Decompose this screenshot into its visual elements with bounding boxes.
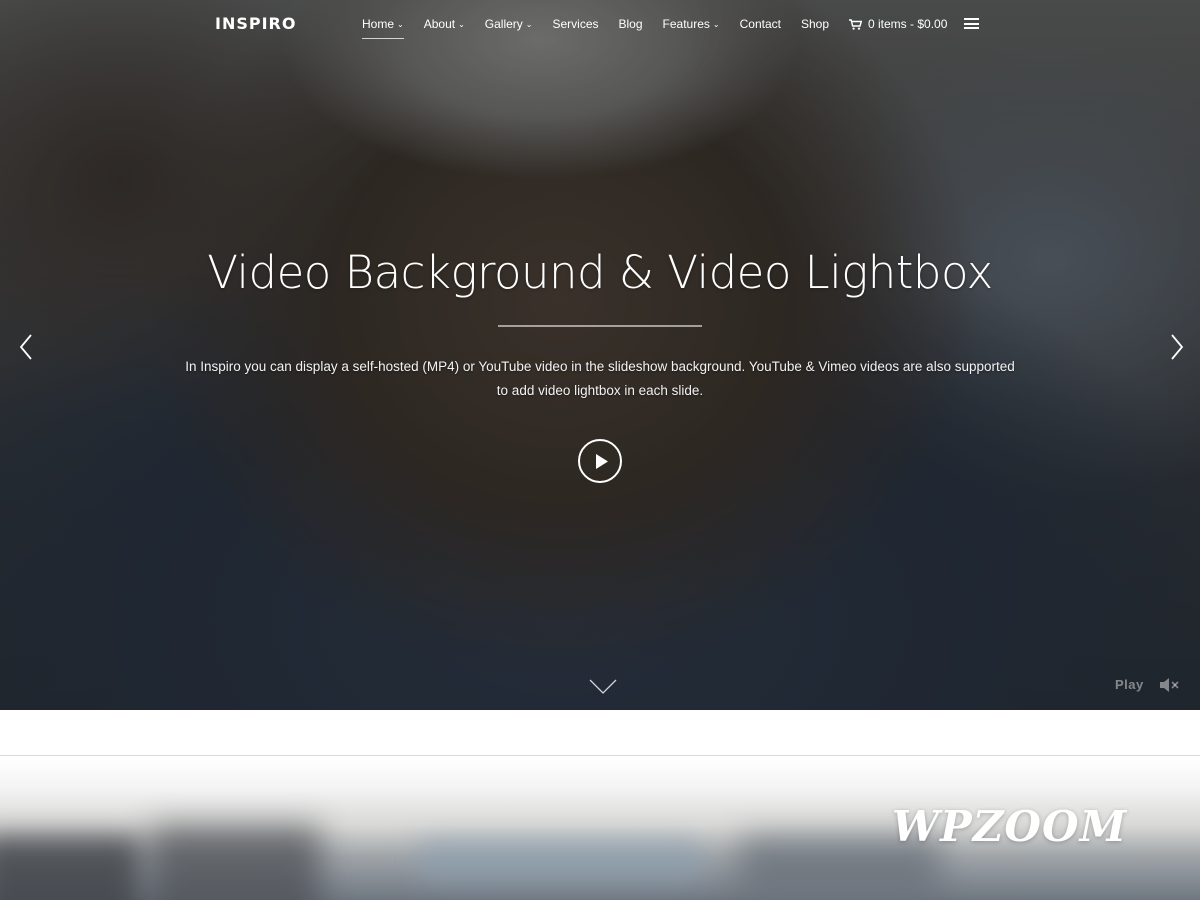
section-spacer <box>0 710 1200 755</box>
chevron-down-icon: ⌄ <box>525 19 533 29</box>
nav-item-label: Features <box>662 17 710 31</box>
nav-item-label: Contact <box>739 17 781 31</box>
play-triangle <box>596 454 608 469</box>
nav-item-label: Home <box>362 17 395 31</box>
wpzoom-watermark: WPZOOM <box>892 802 1128 851</box>
nav-item-label: Blog <box>618 17 643 31</box>
hero-slideshow: INSPIRO Home ⌄ About ⌄ Gallery ⌄ Services B… <box>0 0 1200 710</box>
hero-content: INSPIRO Home ⌄ About ⌄ Gallery ⌄ Services B… <box>0 0 1200 710</box>
background-shape <box>420 841 700 881</box>
nav-item-blog[interactable]: Blog <box>619 17 643 31</box>
video-play-button[interactable]: Play <box>1115 677 1144 692</box>
title-divider <box>498 325 702 327</box>
nav-item-shop[interactable]: Shop <box>801 17 829 31</box>
nav-item-label: Services <box>552 17 599 31</box>
nav-item-services[interactable]: Services <box>553 17 599 31</box>
slide-description-line2: to add video lightbox in each slide. <box>496 383 704 398</box>
nav-item-gallery[interactable]: Gallery ⌄ <box>485 17 533 31</box>
nav-item-label: About <box>423 17 456 31</box>
site-logo[interactable]: INSPIRO <box>215 14 296 33</box>
nav-item-label: Gallery <box>484 17 523 31</box>
chevron-right-icon[interactable] <box>1169 333 1185 361</box>
cart-icon <box>849 18 862 30</box>
nav-item-home[interactable]: Home ⌄ <box>362 17 404 39</box>
main-nav: Home ⌄ About ⌄ Gallery ⌄ Services Blog Feat… <box>362 16 947 39</box>
nav-item-features[interactable]: Features ⌄ <box>663 17 720 31</box>
nav-item-about[interactable]: About ⌄ <box>424 17 465 31</box>
cart-summary: 0 items - $0.00 <box>868 17 948 31</box>
chevron-down-icon: ⌄ <box>458 19 465 29</box>
background-shape <box>0 836 140 900</box>
nav-item-label: Shop <box>800 17 829 31</box>
chevron-down-icon: ⌄ <box>712 19 720 29</box>
slide-description-line1: In Inspiro you can display a self-hosted… <box>185 359 1015 374</box>
hamburger-icon[interactable] <box>964 18 979 29</box>
chevron-left-icon[interactable] <box>18 333 34 361</box>
play-circle-icon[interactable] <box>578 439 622 483</box>
slide-description: In Inspiro you can display a self-hosted… <box>175 355 1025 403</box>
chevron-down-icon: ⌄ <box>397 19 404 29</box>
chevron-down-icon[interactable] <box>589 679 617 695</box>
nav-item-contact[interactable]: Contact <box>740 17 781 31</box>
slide-title: Video Background & Video Lightbox <box>207 246 993 299</box>
speaker-muted-icon[interactable] <box>1159 677 1179 693</box>
cart-link[interactable]: 0 items - $0.00 <box>849 17 947 31</box>
background-shape <box>150 826 320 900</box>
